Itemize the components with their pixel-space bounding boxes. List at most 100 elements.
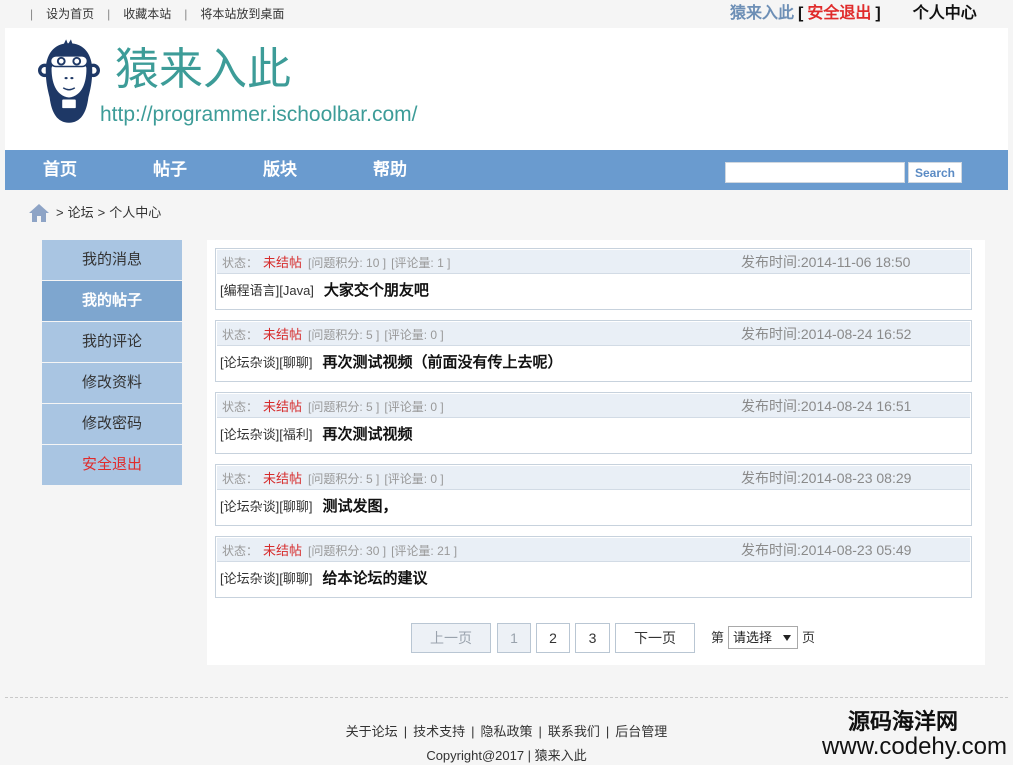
post-card[interactable]: 状态： 未结帖 [问题积分: 30 ] [评论量: 21 ] 发布时间:2014-08…: [215, 536, 972, 598]
post-status: 未结帖: [263, 327, 303, 342]
sidebar-item-my-posts[interactable]: 我的帖子: [42, 281, 182, 321]
post-comment-count: [评论量: 0 ]: [384, 400, 444, 414]
sidebar-item-logout[interactable]: 安全退出: [42, 445, 182, 485]
post-body: [论坛杂谈][福利] 再次测试视频: [217, 418, 970, 452]
post-time: 发布时间:2014-08-24 16:51: [741, 398, 912, 414]
top-separator: |: [184, 7, 188, 21]
footer-about-link[interactable]: 关于论坛: [346, 724, 398, 739]
post-title-link[interactable]: 再次测试视频: [322, 426, 412, 443]
post-category[interactable]: [编程语言][Java]: [220, 283, 314, 298]
post-card[interactable]: 状态： 未结帖 [问题积分: 5 ] [评论量: 0 ] 发布时间:2014-08-2…: [215, 320, 972, 382]
nav-item-home[interactable]: 首页: [5, 150, 115, 190]
prev-page-button[interactable]: 上一页: [411, 623, 491, 653]
footer-contact-link[interactable]: 联系我们: [548, 724, 600, 739]
post-comment-count: [评论量: 1 ]: [391, 256, 451, 270]
post-category[interactable]: [论坛杂谈][福利]: [220, 427, 312, 442]
monkey-logo-icon[interactable]: [38, 38, 100, 126]
post-body: [编程语言][Java] 大家交个朋友吧: [217, 274, 970, 308]
watermark-url: www.codehy.com: [822, 733, 1007, 760]
post-time: 发布时间:2014-11-06 18:50: [741, 254, 911, 270]
post-list-panel: 状态： 未结帖 [问题积分: 10 ] [评论量: 1 ] 发布时间:2014-11-…: [207, 240, 985, 665]
post-status: 未结帖: [263, 471, 303, 486]
breadcrumb-forum[interactable]: 论坛: [68, 205, 94, 220]
page-select-value: 请选择: [733, 630, 773, 645]
search-input[interactable]: [725, 162, 905, 183]
post-time: 发布时间:2014-08-24 16:52: [741, 326, 912, 342]
post-comment-count: [评论量: 0 ]: [384, 328, 444, 342]
post-category[interactable]: [论坛杂谈][聊聊]: [220, 355, 312, 370]
post-time: 发布时间:2014-08-23 05:49: [741, 542, 912, 558]
breadcrumb: > 论坛 > 个人中心: [28, 203, 165, 223]
breadcrumb-separator: >: [56, 205, 64, 220]
post-meta: 状态： 未结帖 [问题积分: 30 ] [评论量: 21 ] 发布时间:2014-08…: [217, 538, 970, 562]
post-title-link[interactable]: 给本论坛的建议: [322, 570, 427, 587]
post-card[interactable]: 状态： 未结帖 [问题积分: 5 ] [评论量: 0 ] 发布时间:2014-08-2…: [215, 464, 972, 526]
sidebar-item-my-comments[interactable]: 我的评论: [42, 322, 182, 362]
bookmark-link[interactable]: 收藏本站: [123, 7, 171, 21]
footer-separator: |: [403, 724, 408, 739]
post-points: [问题积分: 30 ]: [308, 544, 387, 558]
post-meta: 状态： 未结帖 [问题积分: 5 ] [评论量: 0 ] 发布时间:2014-08-2…: [217, 466, 970, 490]
post-points: [问题积分: 5 ]: [308, 472, 380, 486]
user-area: 猿来入此[安全退出] 个人中心: [730, 4, 977, 24]
site-title[interactable]: 猿来入此: [115, 44, 291, 96]
post-points: [问题积分: 5 ]: [308, 400, 380, 414]
search-button[interactable]: Search: [908, 162, 962, 183]
logout-link[interactable]: 安全退出: [807, 5, 871, 22]
post-meta: 状态： 未结帖 [问题积分: 5 ] [评论量: 0 ] 发布时间:2014-08-2…: [217, 322, 970, 346]
footer-separator: |: [538, 724, 542, 739]
post-title-link[interactable]: 再次测试视频（前面没有传上去呢）: [322, 354, 562, 371]
post-card[interactable]: 状态： 未结帖 [问题积分: 10 ] [评论量: 1 ] 发布时间:2014-11-…: [215, 248, 972, 310]
main-nav: 首页 帖子 版块 帮助 Search: [5, 150, 1008, 190]
breadcrumb-separator: >: [97, 205, 106, 220]
post-body: [论坛杂谈][聊聊] 给本论坛的建议: [217, 562, 970, 596]
desktop-shortcut-link[interactable]: 将本站放到桌面: [200, 7, 284, 21]
page-select[interactable]: 请选择: [728, 626, 798, 649]
user-center-link[interactable]: 个人中心: [913, 5, 977, 22]
top-quick-links: | 设为首页 | 收藏本站 | 将本站放到桌面: [30, 6, 297, 22]
post-time: 发布时间:2014-08-23 08:29: [741, 470, 912, 486]
next-page-button[interactable]: 下一页: [615, 623, 695, 653]
post-status-label: 状态：: [222, 544, 259, 558]
bracket-open: [: [798, 5, 804, 22]
top-separator: |: [107, 7, 111, 21]
post-category[interactable]: [论坛杂谈][聊聊]: [220, 499, 312, 514]
sidebar-item-edit-profile[interactable]: 修改资料: [42, 363, 182, 403]
goto-prefix: 第: [711, 630, 725, 645]
top-bar: | 设为首页 | 收藏本站 | 将本站放到桌面 猿来入此[安全退出] 个人中心: [0, 0, 1013, 28]
nav-item-posts[interactable]: 帖子: [115, 150, 225, 190]
home-icon[interactable]: [28, 203, 50, 223]
post-status-label: 状态：: [222, 400, 259, 414]
goto-suffix: 页: [802, 630, 816, 645]
post-meta: 状态： 未结帖 [问题积分: 5 ] [评论量: 0 ] 发布时间:2014-08-2…: [217, 394, 970, 418]
footer-support-link[interactable]: 技术支持: [413, 724, 465, 739]
footer-divider: [5, 697, 1008, 698]
post-category[interactable]: [论坛杂谈][聊聊]: [220, 571, 312, 586]
site-header: 猿来入此 http://programmer.ischoolbar.com/: [5, 28, 1008, 150]
username-link[interactable]: 猿来入此: [730, 5, 794, 22]
site-url[interactable]: http://programmer.ischoolbar.com/: [100, 102, 417, 128]
set-homepage-link[interactable]: 设为首页: [46, 7, 94, 21]
footer-privacy-link[interactable]: 隐私政策: [480, 724, 532, 739]
breadcrumb-user-center: 个人中心: [109, 205, 162, 220]
post-title-link[interactable]: 测试发图，: [322, 498, 397, 515]
chevron-down-icon: [783, 635, 791, 641]
post-status-label: 状态：: [222, 328, 259, 342]
post-comment-count: [评论量: 0 ]: [384, 472, 444, 486]
footer-admin-link[interactable]: 后台管理: [615, 724, 667, 739]
page-3-button[interactable]: 3: [575, 623, 610, 653]
post-card[interactable]: 状态： 未结帖 [问题积分: 5 ] [评论量: 0 ] 发布时间:2014-08-2…: [215, 392, 972, 454]
nav-item-help[interactable]: 帮助: [335, 150, 445, 190]
post-title-link[interactable]: 大家交个朋友吧: [324, 282, 429, 299]
post-status: 未结帖: [263, 543, 303, 558]
post-points: [问题积分: 5 ]: [308, 328, 380, 342]
nav-item-boards[interactable]: 版块: [225, 150, 335, 190]
post-meta: 状态： 未结帖 [问题积分: 10 ] [评论量: 1 ] 发布时间:2014-11-…: [217, 250, 970, 274]
sidebar-item-messages[interactable]: 我的消息: [42, 240, 182, 280]
page-2-button[interactable]: 2: [536, 623, 570, 653]
post-body: [论坛杂谈][聊聊] 测试发图，: [217, 490, 970, 524]
footer-separator: |: [605, 724, 610, 739]
sidebar-item-change-password[interactable]: 修改密码: [42, 404, 182, 444]
post-status-label: 状态：: [222, 472, 259, 486]
page-1-button[interactable]: 1: [497, 623, 531, 653]
